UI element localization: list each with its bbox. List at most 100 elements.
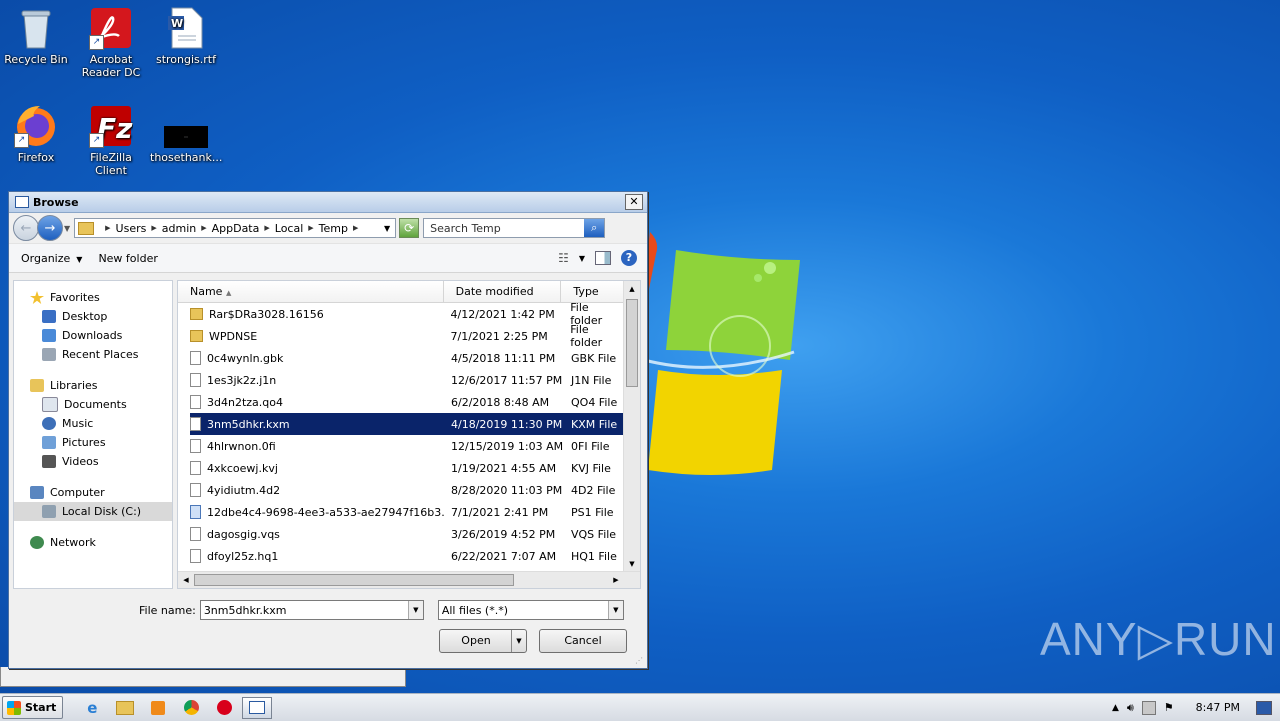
nav-recent-places[interactable]: Recent Places: [14, 345, 172, 364]
nav-desktop[interactable]: Desktop: [14, 307, 172, 326]
nav-pictures[interactable]: Pictures: [14, 433, 172, 452]
refresh-button[interactable]: ⟳: [399, 218, 420, 238]
hscroll-thumb[interactable]: [194, 574, 514, 586]
new-folder-label: New folder: [98, 251, 158, 265]
file-name-value: 3nm5dhkr.kxm: [203, 603, 287, 617]
scroll-thumb[interactable]: [626, 299, 638, 387]
file-row[interactable]: 3nm5dhkr.kxm 4/18/2019 11:30 PM KXM File: [190, 413, 624, 435]
recent-places-icon: [42, 348, 56, 361]
network-tray-icon[interactable]: [1141, 700, 1156, 715]
downloads-icon: [42, 329, 56, 342]
file-row[interactable]: 0c4wynln.gbk 4/5/2018 11:11 PM GBK File: [190, 347, 624, 369]
file-row[interactable]: 4xkcoewj.kvj 1/19/2021 4:55 AM KVJ File: [190, 457, 624, 479]
nav-videos[interactable]: Videos: [14, 452, 172, 471]
resize-grip-icon[interactable]: ⋰: [635, 656, 645, 666]
nav-downloads[interactable]: Downloads: [14, 326, 172, 345]
search-icon[interactable]: ⌕: [584, 219, 605, 237]
open-button[interactable]: Open ▼: [439, 629, 527, 653]
taskbar-media-player[interactable]: [143, 697, 173, 719]
breadcrumb-appdata[interactable]: AppData: [212, 222, 260, 235]
view-options-icon[interactable]: ☷: [558, 251, 569, 265]
desktop-icon-strongis[interactable]: W strongis.rtf: [150, 6, 222, 66]
desktop-icon-thosethank[interactable]: thosethank...: [150, 104, 222, 164]
nav-libraries[interactable]: Libraries: [14, 376, 172, 395]
file-icon: [190, 395, 201, 409]
help-icon[interactable]: ?: [621, 250, 637, 266]
file-row[interactable]: Rar$DRa3028.16156 4/12/2021 1:42 PM File f…: [190, 301, 624, 327]
scroll-down-icon[interactable]: ▼: [624, 556, 640, 572]
file-row[interactable]: 12dbe4c4-9698-4ee3-a533-ae27947f16b3.ps1…: [190, 501, 624, 523]
show-desktop-icon[interactable]: [1256, 700, 1272, 715]
file-name: dfoyl25z.hq1: [207, 549, 279, 563]
forward-button[interactable]: →: [37, 215, 63, 241]
nav-network[interactable]: Network: [14, 533, 172, 552]
taskbar-explorer[interactable]: [110, 697, 140, 719]
scroll-up-icon[interactable]: ▲: [624, 281, 640, 297]
file-type: HQ1 File: [571, 549, 617, 563]
desktop-icon-filezilla[interactable]: Fz ↗ FileZilla Client: [75, 104, 147, 177]
file-row[interactable]: WPDNSE 7/1/2021 2:25 PM File folder: [190, 323, 624, 349]
taskbar-chrome[interactable]: [176, 697, 206, 719]
vertical-scrollbar[interactable]: ▲ ▼: [623, 281, 640, 572]
file-row[interactable]: dagosgig.vqs 3/26/2019 4:52 PM VQS File: [190, 523, 624, 545]
show-hidden-icons-icon[interactable]: ▲: [1112, 703, 1119, 713]
nav-music[interactable]: Music: [14, 414, 172, 433]
column-name[interactable]: Name ▲: [178, 281, 444, 302]
file-type: KXM File: [571, 417, 618, 431]
start-button[interactable]: Start: [2, 696, 64, 719]
address-dropdown-icon[interactable]: ▼: [379, 224, 395, 233]
back-button[interactable]: ←: [13, 215, 39, 241]
file-row[interactable]: dfoyl25z.hq1 6/22/2021 7:07 AM HQ1 File: [190, 545, 624, 567]
address-bar[interactable]: ▶ Users ▶ admin ▶ AppData ▶ Local ▶ Temp ▶ ▼: [74, 218, 397, 238]
breadcrumb-users[interactable]: Users: [116, 222, 147, 235]
cancel-button[interactable]: Cancel: [539, 629, 627, 653]
scroll-right-icon[interactable]: ▶: [608, 572, 624, 588]
folder-explorer-icon: [116, 700, 135, 715]
file-type-dropdown-icon[interactable]: ▼: [607, 601, 623, 619]
desktop-icon-recycle-bin[interactable]: Recycle Bin: [0, 6, 72, 66]
nav-computer-label: Computer: [50, 486, 105, 499]
nav-documents[interactable]: Documents: [14, 395, 172, 414]
scroll-left-icon[interactable]: ◀: [178, 572, 194, 588]
view-dropdown-icon[interactable]: ▼: [579, 254, 585, 263]
file-name: 3d4n2tza.qo4: [207, 395, 283, 409]
pictures-icon: [42, 436, 56, 449]
close-button[interactable]: ✕: [625, 194, 643, 210]
organize-button[interactable]: Organize ▼: [13, 252, 90, 265]
file-name-cell: 4hlrwnon.0fi: [190, 439, 445, 453]
breadcrumb-local[interactable]: Local: [275, 222, 304, 235]
column-date[interactable]: Date modified: [444, 281, 562, 302]
breadcrumb-admin[interactable]: admin: [162, 222, 196, 235]
taskbar-opera[interactable]: [209, 697, 239, 719]
file-row[interactable]: 3d4n2tza.qo4 6/2/2018 8:48 AM QO4 File: [190, 391, 624, 413]
windows-flag-icon: [7, 700, 21, 715]
nav-computer[interactable]: Computer: [14, 483, 172, 502]
file-row[interactable]: 4yidiutm.4d2 8/28/2020 11:03 PM 4D2 File: [190, 479, 624, 501]
breadcrumb-temp[interactable]: Temp: [319, 222, 348, 235]
nav-favorites[interactable]: Favorites: [14, 288, 172, 307]
svg-text:W: W: [171, 17, 183, 30]
file-name-dropdown-icon[interactable]: ▼: [407, 601, 423, 619]
history-dropdown-icon[interactable]: ▼: [64, 224, 70, 233]
open-split-dropdown-icon[interactable]: ▼: [511, 630, 526, 652]
taskbar-ie[interactable]: e: [77, 697, 107, 719]
action-center-flag-icon[interactable]: ⚑: [1164, 701, 1174, 714]
file-type: VQS File: [571, 527, 617, 541]
dialog-titlebar[interactable]: Browse ✕: [9, 192, 647, 213]
file-type-select[interactable]: All files (*.*) ▼: [437, 600, 624, 620]
clock[interactable]: 8:47 PM: [1196, 701, 1240, 714]
column-date-label: Date modified: [455, 285, 534, 298]
nav-local-disk[interactable]: Local Disk (C:): [14, 502, 172, 521]
file-name-input[interactable]: 3nm5dhkr.kxm ▼: [199, 600, 424, 620]
horizontal-scrollbar[interactable]: ◀ ▶: [178, 571, 640, 588]
preview-pane-icon[interactable]: [595, 251, 611, 265]
file-row[interactable]: 4hlrwnon.0fi 12/15/2019 1:03 AM 0FI File: [190, 435, 624, 457]
taskbar-active-window[interactable]: [242, 696, 273, 719]
search-input[interactable]: Search Temp ⌕: [423, 218, 606, 238]
desktop-icon-firefox[interactable]: ↗ Firefox: [0, 104, 72, 164]
volume-icon[interactable]: 🔊︎: [1127, 701, 1134, 715]
file-row[interactable]: 1es3jk2z.j1n 12/6/2017 11:57 PM J1N File: [190, 369, 624, 391]
desktop-icon-label: Acrobat Reader DC: [81, 53, 141, 79]
new-folder-button[interactable]: New folder: [90, 252, 165, 265]
desktop-icon-acrobat[interactable]: ↗ Acrobat Reader DC: [75, 6, 147, 79]
